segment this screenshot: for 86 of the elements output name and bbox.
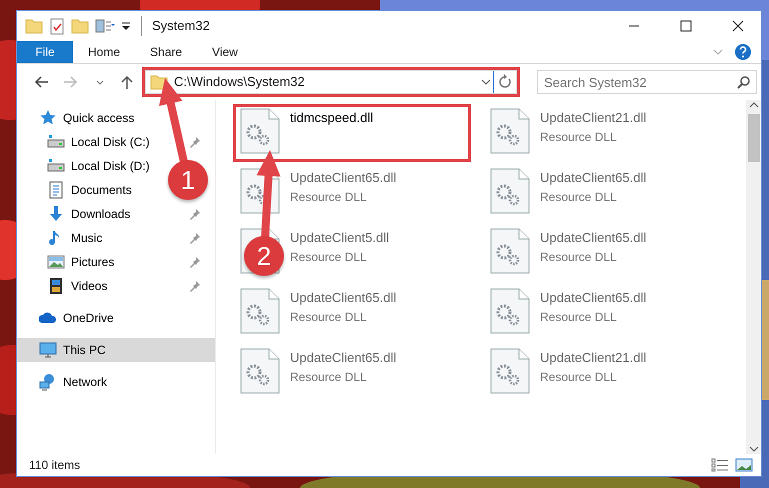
sidebar-item[interactable]: Downloads [17,202,215,226]
file-type: Resource DLL [540,368,618,386]
file-item[interactable]: UpdateClient65.dll Resource DLL [484,285,720,341]
sidebar-item[interactable]: Network [17,370,215,394]
dropdown-icon[interactable] [121,20,131,32]
sidebar-label: Music [71,230,104,247]
file-item[interactable]: UpdateClient65.dll Resource DLL [484,225,720,281]
sidebar-label: Downloads [71,206,132,223]
file-item[interactable]: UpdateClient65.dll Resource DLL [234,345,470,401]
details-view-icon[interactable] [711,458,729,472]
sidebar-label: Local Disk (C:) [71,134,151,151]
network-icon [39,373,57,391]
ribbon-tab[interactable]: Share [135,41,198,63]
file-type: Resource DLL [540,188,618,206]
sidebar-item[interactable]: Music [17,226,215,250]
scrollbar[interactable] [746,100,761,454]
pin-icon[interactable] [189,232,201,244]
file-name: UpdateClient65.dll [540,289,646,307]
sidebar-label: Quick access [63,110,136,127]
properties-icon[interactable] [49,17,65,35]
file-type: Resource DLL [540,308,618,326]
file-name: UpdateClient65.dll [540,169,646,187]
ribbon-tab[interactable]: View [197,41,253,63]
file-type: Resource DLL [540,128,618,146]
dll-file-icon [490,288,530,334]
file-type: Resource DLL [290,368,368,386]
computer-icon [39,341,57,359]
picture-icon [47,253,65,271]
file-item[interactable]: UpdateClient21.dll Resource DLL [484,105,720,161]
pin-icon[interactable] [189,256,201,268]
file-name: UpdateClient65.dll [290,349,396,367]
search-field[interactable]: Search System32 [537,70,757,94]
dll-file-icon [490,108,530,154]
dll-file-icon [240,108,280,154]
item-count: 110 items [29,457,80,474]
file-type: Resource DLL [290,248,368,266]
file-type: Resource DLL [290,308,368,326]
file-item[interactable]: UpdateClient65.dll Resource DLL [234,285,470,341]
sidebar-label: This PC [63,342,107,359]
dll-file-icon [490,168,530,214]
file-name: tidmcspeed.dll [290,109,374,127]
sidebar-item[interactable]: Pictures [17,250,215,274]
dll-file-icon [490,348,530,394]
sidebar-item[interactable]: Local Disk (C:) [17,130,215,154]
address-bar[interactable]: C:\Windows\System32 [145,70,517,94]
sidebar-label: Documents [71,182,133,199]
file-item[interactable]: UpdateClient65.dll Resource DLL [484,165,720,221]
ribbon-tab[interactable]: File [17,41,73,63]
sidebar-item[interactable]: This PC [17,338,215,362]
scroll-down-icon[interactable] [748,444,760,454]
scroll-thumb[interactable] [748,114,760,162]
file-item[interactable]: tidmcspeed.dll [234,105,470,161]
sidebar-item[interactable]: Quick access [17,106,215,130]
window-title: System32 [141,16,210,36]
file-item[interactable]: UpdateClient21.dll Resource DLL [484,345,720,401]
film-icon [47,277,65,295]
dll-file-icon [240,348,280,394]
file-name: UpdateClient65.dll [290,289,396,307]
sidebar-item[interactable]: OneDrive [17,306,215,330]
scroll-up-icon[interactable] [748,100,760,110]
sidebar-label: Videos [71,278,108,295]
help-icon[interactable] [733,41,753,63]
dll-file-icon [240,288,280,334]
sidebar-label: Pictures [71,254,116,271]
sidebar-label: Local Disk (D:) [71,158,151,175]
pin-icon[interactable] [189,136,201,148]
dll-file-icon [490,228,530,274]
sidebar-label: OneDrive [63,310,115,327]
large-icons-view-icon[interactable] [735,458,753,472]
file-name: UpdateClient65.dll [290,169,396,187]
pin-icon[interactable] [189,280,201,292]
download-icon [47,205,65,223]
file-type: Resource DLL [540,248,618,266]
file-name: UpdateClient21.dll [540,349,646,367]
file-type: Resource DLL [290,188,368,206]
file-name: UpdateClient5.dll [290,229,390,247]
layout-icon[interactable] [95,18,115,34]
ribbon-tab[interactable]: Home [73,41,136,63]
sidebar-label: Network [63,374,108,391]
star-icon [39,109,57,127]
address-path: C:\Windows\System32 [174,73,305,92]
file-name: UpdateClient65.dll [540,229,646,247]
file-name: UpdateClient21.dll [540,109,646,127]
pin-icon[interactable] [189,208,201,220]
document-icon [47,181,65,199]
sidebar-item[interactable]: Videos [17,274,215,298]
